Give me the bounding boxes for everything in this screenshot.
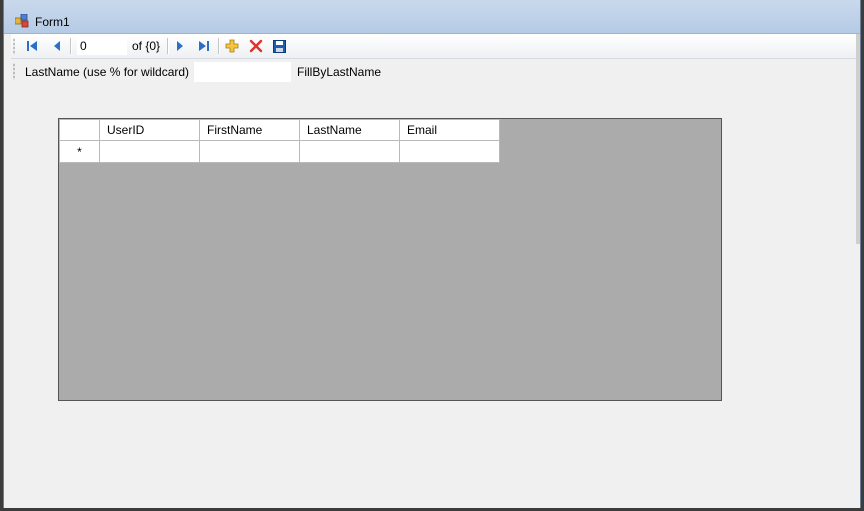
move-first-button[interactable] [23,37,41,55]
delete-icon [249,39,263,53]
save-icon [272,39,286,53]
save-button[interactable] [270,37,288,55]
add-new-icon [225,39,239,53]
toolbar-grip[interactable] [13,38,15,55]
toolbar-separator [70,38,72,54]
users-datagridview[interactable]: UserID FirstName LastName Email * [58,118,722,401]
move-first-icon [27,41,37,51]
lastname-label: LastName (use % for wildcard) [25,65,190,79]
toolbar-grip[interactable] [13,63,15,80]
header-row: UserID FirstName LastName Email [59,119,500,141]
move-previous-button[interactable] [48,37,66,55]
grid-table: UserID FirstName LastName Email * [59,119,500,163]
toolbar-separator [218,38,220,54]
cell-firstname[interactable] [199,140,300,163]
add-new-button[interactable] [223,37,241,55]
move-previous-icon [54,41,60,51]
column-header-lastname[interactable]: LastName [299,119,400,141]
form-window: Form1 of {0} LastName (use % [3,0,861,508]
title-bar[interactable]: Form1 [4,0,860,34]
delete-button[interactable] [247,37,265,55]
move-last-icon [199,41,209,51]
toolbar-separator [167,38,169,54]
form-icon [15,14,29,28]
new-row-marker[interactable]: * [59,140,100,163]
window-title: Form1 [35,15,70,29]
column-header-firstname[interactable]: FirstName [199,119,300,141]
cell-email[interactable] [399,140,500,163]
move-next-button[interactable] [171,37,189,55]
column-header-userid[interactable]: UserID [99,119,200,141]
cell-userid[interactable] [99,140,200,163]
new-row: * [59,140,500,163]
window-edge [856,34,860,244]
fill-by-lastname-button[interactable]: FillByLastName [297,65,381,79]
position-input[interactable] [77,37,127,55]
lastname-input[interactable] [194,62,291,82]
column-header-email[interactable]: Email [399,119,500,141]
fill-by-lastname-toolbar: LastName (use % for wildcard) FillByLast… [11,59,856,84]
move-next-icon [177,41,183,51]
cell-lastname[interactable] [299,140,400,163]
binding-navigator: of {0} [11,34,856,59]
move-last-button[interactable] [195,37,213,55]
count-label: of {0} [132,39,161,53]
corner-header-cell[interactable] [59,119,100,141]
